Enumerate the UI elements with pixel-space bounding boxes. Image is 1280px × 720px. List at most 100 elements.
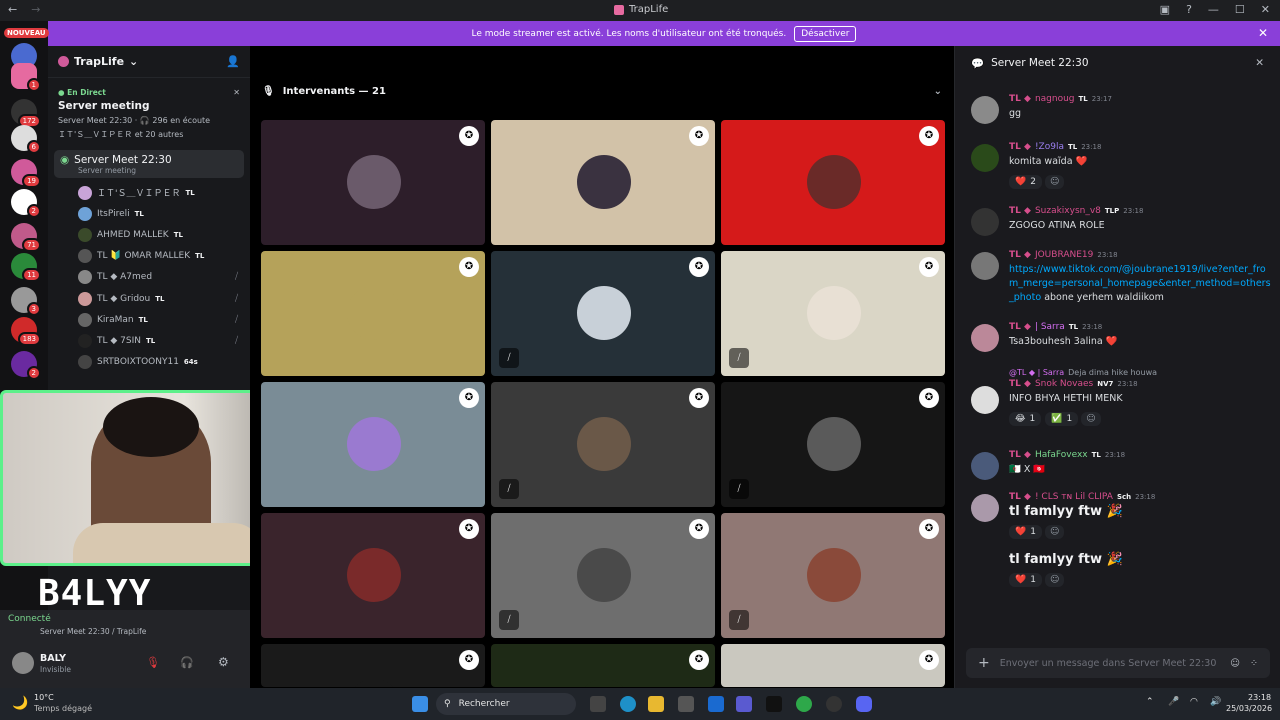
voice-user[interactable]: ＩＴ'Ｓ＿ＶＩＰＥＲ TL [48,182,250,203]
message-composer[interactable]: + Envoyer un message dans Server Meet 22… [966,648,1270,678]
voice-user[interactable]: SRTBOIXTOONY11 64s [48,352,250,373]
author-name[interactable]: | Sarra [1035,322,1065,332]
speaker-tile[interactable]: ✪ [261,513,485,638]
chevron-up-icon[interactable]: ⌃ [1146,697,1154,707]
server-icon[interactable]: 11 [11,253,41,282]
clock-time[interactable]: 23:18 [1248,693,1271,702]
avatar[interactable] [12,652,34,674]
chat-message[interactable]: TL ◆ JOUBRANE19 23:18 https://www.tiktok.co… [971,250,1271,305]
chat-message[interactable]: @TL ◆ | Sarra Deja dima hike houwa TL ◆ Sno… [971,368,1271,426]
author-name[interactable]: ! CLS ᴛɴ Lil CLIPA [1035,492,1113,502]
author-name[interactable]: Suzakixysn_v8 [1035,206,1101,216]
apps-icon[interactable]: ⁘ [1250,658,1258,669]
author-name[interactable]: JOUBRANE19 [1035,250,1093,260]
avatar[interactable] [971,324,999,352]
microphone-tray-icon[interactable]: 🎤 [1168,697,1179,707]
avatar[interactable] [971,144,999,172]
chat-message[interactable]: TL ◆ ! CLS ᴛɴ Lil CLIPA Sch 23:18 tl famlyy … [971,492,1271,587]
server-icon[interactable]: 183 [11,317,41,346]
emoji-icon[interactable]: ☺ [1230,658,1240,669]
voice-user[interactable]: TL ◆ A7med ⧸ [48,267,250,288]
terminal-icon[interactable] [766,696,782,712]
server-icon[interactable]: 19 [11,159,41,188]
gear-icon[interactable]: ⚙ [218,655,229,669]
server-icon[interactable]: 172 [11,99,41,128]
live-event-card[interactable]: ● En Direct ✕ Server meeting Server Meet … [54,84,244,144]
user-name[interactable]: BALY [40,653,66,664]
forward-button[interactable]: → [31,3,40,16]
speaker-tile[interactable]: ✪ ⧸ [721,382,945,507]
add-reaction-icon[interactable]: ☺ [1081,412,1101,426]
server-icon[interactable]: 2 [11,189,41,218]
guild-header[interactable]: TrapLife ⌄ 👤 [48,46,250,78]
speaker-tile[interactable]: ✪ ⧸ [491,382,715,507]
chat-message[interactable]: TL ◆ !Zo9la TL 23:18 komita waĩda ❤️ ❤️ 2 ☺ [971,142,1271,189]
speaker-tile[interactable]: ✪ [721,120,945,245]
speaker-tile[interactable]: ✪ ⧸ [491,513,715,638]
minimize-button[interactable]: — [1208,3,1219,16]
server-icon[interactable]: 2 [11,351,41,380]
speaker-tile[interactable]: ✪ [261,251,485,376]
close-icon[interactable]: ✕ [1258,26,1268,40]
folder-icon[interactable] [648,696,664,712]
author-name[interactable]: !Zo9la [1035,142,1064,152]
chat-message[interactable]: TL ◆ | Sarra TL 23:18 Tsa3bouhesh 3alina ❤️ [971,322,1271,352]
mute-mic-icon[interactable]: 🎙 [146,656,160,669]
reaction[interactable]: ❤️ 2 [1009,175,1042,189]
author-name[interactable]: HafaFovexx [1035,450,1088,460]
windows-start-icon[interactable] [412,696,428,712]
author-name[interactable]: nagnoug [1035,94,1075,104]
reaction[interactable]: ❤️ 1 [1009,573,1042,587]
close-icon[interactable]: ✕ [233,88,240,97]
speaker-tile[interactable]: ✪ [491,644,715,687]
reaction[interactable]: ✅ 1 [1045,412,1079,426]
voice-channel[interactable]: ◉ Server Meet 22:30 Server meeting [54,150,244,178]
avatar[interactable] [971,452,999,480]
server-icon[interactable]: 3 [11,287,41,316]
speaker-tile[interactable]: ✪ [721,644,945,687]
server-icon[interactable]: 6 [11,125,41,154]
help-icon[interactable]: ? [1186,3,1192,16]
disable-streamer-button[interactable]: Désactiver [794,25,857,42]
taskbar-search[interactable]: ⚲ Rechercher [436,693,576,715]
avatar[interactable] [971,208,999,236]
back-button[interactable]: ← [8,3,17,16]
voice-user[interactable]: TL ◆ 7SIN TL ⧸ [48,330,250,351]
speaker-tile[interactable]: ✪ [261,120,485,245]
chat-message[interactable]: TL ◆ HafaFovexx TL 23:18 🇩🇿 X 🇹🇳 [971,450,1271,480]
task-view-icon[interactable] [590,696,606,712]
chevron-down-icon[interactable]: ⌄ [934,86,942,97]
add-reaction-icon[interactable]: ☺ [1044,573,1065,587]
speaker-tile[interactable]: ✪ ⧸ [491,251,715,376]
avatar[interactable] [971,252,999,280]
author-name[interactable]: Snok Novaes [1035,379,1093,389]
voice-user[interactable]: AHMED MALLEK TL [48,224,250,245]
avatar[interactable] [971,96,999,124]
message-input[interactable]: Envoyer un message dans Server Meet 22:3… [1000,658,1217,669]
store-icon[interactable] [678,696,694,712]
teams-icon[interactable] [736,696,752,712]
speaker-tile[interactable]: ✪ [261,382,485,507]
obs-icon[interactable] [826,696,842,712]
volume-icon[interactable]: 🔊 [1210,697,1221,707]
inbox-icon[interactable]: ▣ [1160,3,1170,16]
reply-preview[interactable]: @TL ◆ | Sarra Deja dima hike houwa [1009,368,1271,377]
clock-date[interactable]: 25/03/2026 [1226,704,1272,713]
speaker-tile[interactable]: ✪ ⧸ [721,513,945,638]
voice-user[interactable]: TL 🔰 OMAR MALLEK TL [48,246,250,267]
close-window-button[interactable]: ✕ [1261,3,1270,16]
chrome-icon[interactable] [796,696,812,712]
speaker-tile[interactable]: ✪ [491,120,715,245]
wifi-icon[interactable]: ◠ [1190,697,1198,707]
speaker-tile[interactable]: ✪ [261,644,485,687]
maximize-button[interactable]: ☐ [1235,3,1245,16]
add-reaction-icon[interactable]: ☺ [1044,525,1065,539]
server-icon[interactable]: 71 [11,223,41,252]
edge-icon[interactable] [620,696,636,712]
server-icon[interactable]: 1 [11,63,41,92]
voice-user[interactable]: TL ◆ Gridou TL ⧸ [48,288,250,309]
avatar[interactable] [971,386,999,414]
outlook-icon[interactable] [708,696,724,712]
chat-message[interactable]: TL ◆ nagnoug TL 23:17 gg [971,94,1271,124]
headphones-icon[interactable]: 🎧 [180,656,194,669]
